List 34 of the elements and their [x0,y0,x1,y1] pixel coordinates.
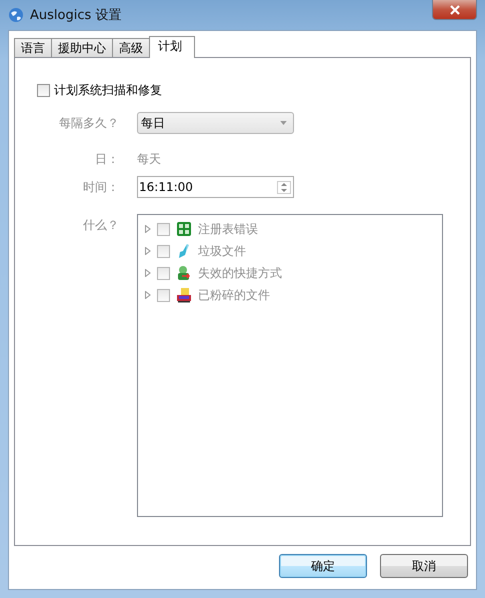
frequency-dropdown[interactable]: 每日 [137,112,294,134]
close-icon [450,4,460,14]
tab[interactable]: 语言 [14,38,52,57]
grid-icon [176,221,192,237]
day-label: 日： [94,150,119,168]
expand-arrow-icon[interactable] [145,269,151,277]
globe-icon [8,7,24,23]
checkbox-label: 计划系统扫描和修复 [54,82,162,99]
ok-button[interactable]: 确定 [279,554,367,578]
checkbox[interactable] [157,244,170,258]
broom-icon [176,243,192,259]
checkbox[interactable] [157,222,170,236]
close-button[interactable] [432,0,477,20]
frequency-label: 每隔多久？ [58,114,119,132]
cancel-button[interactable]: 取消 [380,554,468,578]
shredder-icon [176,287,192,303]
shortcut-icon [176,265,192,281]
spin-down-icon[interactable] [281,188,287,192]
day-value: 每天 [137,150,162,168]
dropdown-arrow-icon [280,121,287,125]
checkbox[interactable] [157,266,170,280]
checkbox[interactable] [157,288,170,302]
tab[interactable]: 援助中心 [51,38,113,57]
what-label: 什么？ [82,216,119,234]
tab[interactable]: 计划 [149,36,195,58]
expand-arrow-icon[interactable] [145,225,151,233]
spin-up-icon[interactable] [281,182,287,186]
expand-arrow-icon[interactable] [145,291,151,299]
expand-arrow-icon[interactable] [145,247,151,255]
tab[interactable]: 高级 [112,38,150,57]
time-field[interactable]: 16:11:00 [137,176,294,198]
time-label: 时间： [82,178,119,196]
window-title: Auslogics 设置 [30,7,122,24]
checkbox[interactable] [37,84,50,97]
